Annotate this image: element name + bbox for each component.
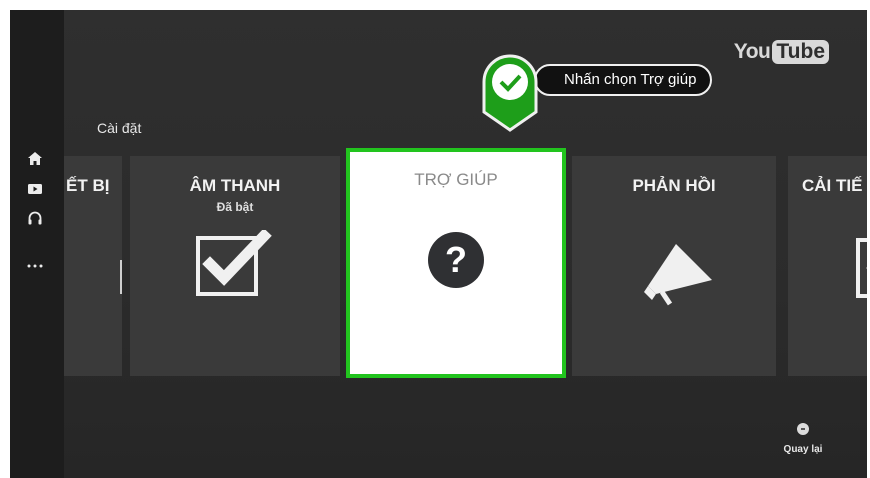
card-title: ẾT BỊ [66, 176, 110, 195]
card-am-thanh[interactable]: ÂM THANH Đã bật [130, 156, 340, 376]
card-phan-hoi[interactable]: PHẢN HỒI [572, 156, 776, 376]
sidebar [10, 10, 64, 478]
more-icon[interactable] [24, 256, 46, 276]
main-content: You Tube Cài đặt ẾT BỊ ÂM THANH Đã bật TR… [64, 10, 867, 478]
checkbox-checked-icon [196, 230, 272, 296]
logo-you: You [733, 40, 771, 63]
focus-pin-icon [482, 54, 538, 132]
help-icon: ? [428, 232, 484, 288]
card-title: PHẢN HỒI [632, 176, 716, 195]
back-control[interactable]: Quay lại [773, 422, 833, 455]
card-cai-tien[interactable]: CẢI TIẾ [788, 156, 867, 376]
card-title: CẢI TIẾ [802, 176, 863, 195]
card-subtitle: Đã bật [216, 200, 254, 214]
headphones-icon[interactable] [24, 208, 46, 228]
tv-screen: You Tube Cài đặt ẾT BỊ ÂM THANH Đã bật TR… [10, 10, 867, 478]
home-icon[interactable] [24, 148, 46, 168]
back-label: Quay lại [783, 444, 823, 455]
help-glyph: ? [445, 239, 467, 280]
back-icon [797, 423, 809, 435]
tooltip: Nhấn chọn Trợ giúp [480, 54, 726, 132]
card-tro-giup[interactable]: TRỢ GIÚP ? [346, 148, 566, 378]
subscriptions-icon[interactable] [24, 178, 46, 198]
improve-icon [856, 238, 867, 298]
card-title: ÂM THANH [189, 176, 281, 195]
device-icon [120, 260, 122, 294]
card-thiet-bi[interactable]: ẾT BỊ [64, 156, 122, 376]
megaphone-icon [644, 244, 712, 306]
card-title: TRỢ GIÚP [414, 170, 498, 189]
youtube-logo: You Tube [734, 38, 829, 66]
page-title: Cài đặt [97, 120, 142, 136]
logo-tube: Tube [772, 40, 829, 64]
tooltip-text: Nhấn chọn Trợ giúp [534, 64, 713, 96]
